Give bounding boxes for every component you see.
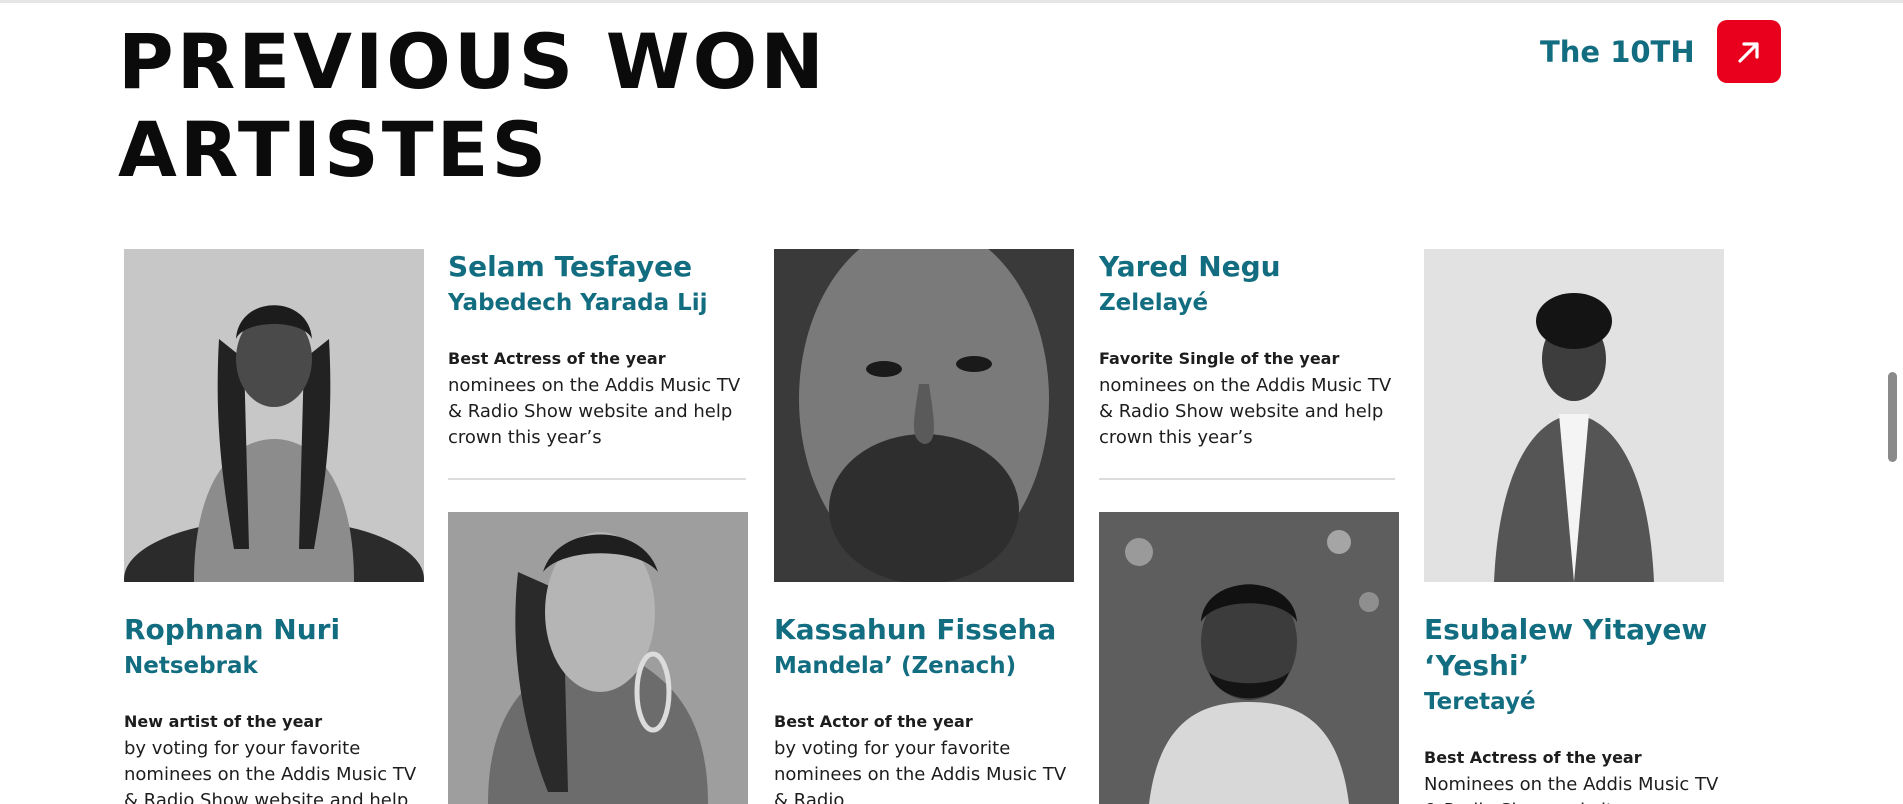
- artist-description: by voting for your favorite nominees on …: [774, 738, 1067, 804]
- artist-name: Kassahun Fisseha: [774, 613, 1057, 646]
- artist-photo-yared: [1099, 512, 1399, 804]
- artist-card-rophnan: Rophnan Nuri Netsebrak New artist of the…: [124, 612, 434, 804]
- artist-description: by voting for your favorite nominees on …: [124, 738, 417, 804]
- artist-description: Nominees on the Addis Music TV & Radio S…: [1424, 774, 1719, 804]
- artist-description: nominees on the Addis Music TV & Radio S…: [448, 375, 741, 448]
- artist-card-yared: Yared Negu Zelelayé Favorite Single of t…: [1099, 249, 1409, 451]
- artist-photo-selam: [448, 512, 748, 804]
- artist-work: Mandela’ (Zenach): [774, 653, 1017, 679]
- card-divider: [1099, 478, 1395, 480]
- artist-name: Esubalew Yitayew ‘Yeshi’: [1424, 613, 1708, 682]
- artist-card-selam: Selam Tesfayee Yabedech Yarada Lij Best …: [448, 249, 758, 451]
- artist-photo-esubalew: [1424, 249, 1724, 582]
- artist-name: Yared Negu: [1099, 250, 1281, 283]
- the-10th-label: The 10TH: [1540, 34, 1695, 69]
- award-category: New artist of the year: [124, 712, 323, 731]
- artist-work: Teretayé: [1424, 689, 1536, 715]
- award-category: Best Actor of the year: [774, 712, 973, 731]
- artist-work: Zelelayé: [1099, 290, 1209, 316]
- page-scrollbar[interactable]: [1888, 372, 1897, 462]
- the-10th-link[interactable]: The 10TH: [1540, 20, 1781, 83]
- artist-work: Netsebrak: [124, 653, 258, 679]
- artist-name: Selam Tesfayee: [448, 250, 693, 283]
- header-divider: [0, 0, 1903, 3]
- artist-photo-rophnan: [124, 249, 424, 582]
- artist-work: Yabedech Yarada Lij: [448, 290, 708, 316]
- award-category: Favorite Single of the year: [1099, 349, 1340, 368]
- award-category: Best Actress of the year: [448, 349, 666, 368]
- page-title: PREVIOUS WON ARTISTES: [118, 17, 827, 194]
- artist-description: nominees on the Addis Music TV & Radio S…: [1099, 375, 1392, 448]
- artist-name: Rophnan Nuri: [124, 613, 341, 646]
- arrow-up-right-icon[interactable]: [1716, 20, 1781, 83]
- artist-card-esubalew: Esubalew Yitayew ‘Yeshi’ Teretayé Best A…: [1424, 612, 1734, 804]
- card-divider: [448, 478, 746, 480]
- artist-card-kassahun: Kassahun Fisseha Mandela’ (Zenach) Best …: [774, 612, 1084, 804]
- artist-photo-kassahun: [774, 249, 1074, 582]
- award-category: Best Actress of the year: [1424, 748, 1642, 767]
